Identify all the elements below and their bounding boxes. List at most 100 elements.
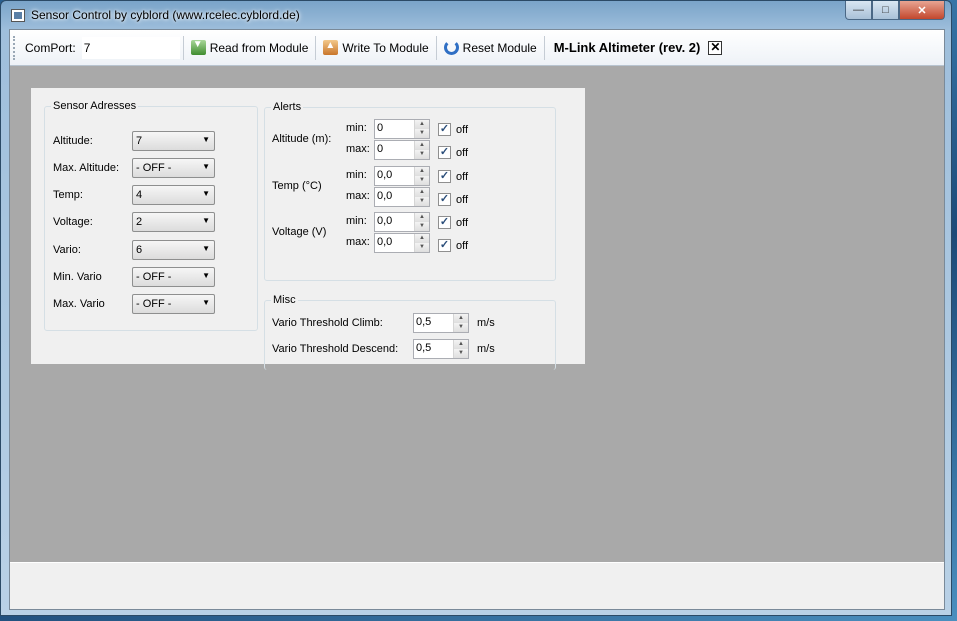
spin-up-icon[interactable]: ▲ xyxy=(415,234,429,243)
spin-down-icon[interactable]: ▼ xyxy=(415,243,429,252)
chevron-down-icon: ▼ xyxy=(202,271,210,280)
read-from-module-button[interactable]: Read from Module xyxy=(187,36,313,60)
close-window-button[interactable]: ✕ xyxy=(899,1,945,20)
temp-min-input[interactable]: 0,0 ▲ ▼ xyxy=(374,166,430,186)
spin-down-icon[interactable]: ▼ xyxy=(415,197,429,206)
temp-min-off-checkbox[interactable]: ✓ xyxy=(438,170,451,183)
select-value: 6 xyxy=(136,244,143,256)
temp-max-input[interactable]: 0,0 ▲ ▼ xyxy=(374,187,430,207)
spin-up-icon[interactable]: ▲ xyxy=(454,340,468,349)
spin-down-icon[interactable]: ▼ xyxy=(415,150,429,159)
max-vario-address-select[interactable]: - OFF - ▼ xyxy=(132,294,215,314)
upload-arrow-icon xyxy=(323,40,339,55)
spin-up-icon[interactable]: ▲ xyxy=(415,141,429,150)
status-bar xyxy=(10,562,944,609)
spin-buttons: ▲ ▼ xyxy=(453,314,468,332)
toolbar-separator xyxy=(315,35,317,60)
max-altitude-address-select[interactable]: - OFF - ▼ xyxy=(132,158,215,178)
alert-label-voltage: Voltage (V) xyxy=(272,226,327,238)
maximize-button[interactable]: □ xyxy=(872,1,899,20)
altitude-address-select[interactable]: 7 ▼ xyxy=(132,131,215,151)
voltage-address-select[interactable]: 2 ▼ xyxy=(132,212,215,232)
title-bar[interactable]: Sensor Control by cyblord (www.rcelec.cy… xyxy=(1,1,951,29)
vario-threshold-descend-label: Vario Threshold Descend: xyxy=(272,343,399,355)
voltage-max-off-checkbox[interactable]: ✓ xyxy=(438,239,451,252)
voltage-min-input[interactable]: 0,0 ▲ ▼ xyxy=(374,212,430,232)
vario-threshold-descend-input[interactable]: 0,5 ▲ ▼ xyxy=(413,339,469,359)
temp-address-select[interactable]: 4 ▼ xyxy=(132,185,215,205)
spin-up-icon[interactable]: ▲ xyxy=(415,120,429,129)
chevron-down-icon: ▼ xyxy=(202,189,210,198)
toolbar-grip[interactable] xyxy=(13,35,16,60)
altitude-max-input[interactable]: 0 ▲ ▼ xyxy=(374,140,430,160)
toolbar-separator xyxy=(543,35,545,60)
spin-down-icon[interactable]: ▼ xyxy=(415,176,429,185)
spin-buttons: ▲ ▼ xyxy=(414,213,429,231)
alerts-title: Alerts xyxy=(271,101,304,113)
window-icon xyxy=(11,8,25,22)
altitude-min-off-checkbox[interactable]: ✓ xyxy=(438,123,451,136)
spin-buttons: ▲ ▼ xyxy=(453,340,468,358)
spin-buttons: ▲ ▼ xyxy=(414,188,429,206)
off-label: off xyxy=(456,147,469,159)
sensor-adresses-title: Sensor Adresses xyxy=(51,100,139,112)
vario-address-select[interactable]: 6 ▼ xyxy=(132,240,215,260)
vario-threshold-climb-label: Vario Threshold Climb: xyxy=(272,317,383,329)
toolbar-separator xyxy=(435,35,437,60)
spin-value: 0,5 xyxy=(416,342,432,354)
spin-down-icon[interactable]: ▼ xyxy=(415,129,429,138)
chevron-down-icon: ▼ xyxy=(202,135,210,144)
reset-module-label: Reset Module xyxy=(462,40,537,55)
close-module-icon[interactable]: ✕ xyxy=(708,40,723,55)
toolbar-separator xyxy=(182,35,184,60)
window-title: Sensor Control by cyblord (www.rcelec.cy… xyxy=(31,8,300,22)
spin-up-icon[interactable]: ▲ xyxy=(415,213,429,222)
comport-label: ComPort: xyxy=(25,40,76,55)
min-label: min: xyxy=(346,215,367,227)
spin-up-icon[interactable]: ▲ xyxy=(415,167,429,176)
misc-group: Misc xyxy=(264,294,556,370)
select-value: 4 xyxy=(136,189,143,201)
select-value: - OFF - xyxy=(136,298,172,310)
spin-buttons: ▲ ▼ xyxy=(414,141,429,159)
min-label: min: xyxy=(346,169,367,181)
misc-title: Misc xyxy=(271,294,298,306)
select-value: 2 xyxy=(136,216,143,228)
max-label: max: xyxy=(346,190,370,202)
voltage-max-input[interactable]: 0,0 ▲ ▼ xyxy=(374,233,430,253)
max-label: max: xyxy=(346,143,370,155)
spin-buttons: ▲ ▼ xyxy=(414,234,429,252)
select-value: 7 xyxy=(136,135,143,147)
temp-max-off-checkbox[interactable]: ✓ xyxy=(438,193,451,206)
spin-down-icon[interactable]: ▼ xyxy=(415,222,429,231)
off-label: off xyxy=(456,240,469,252)
spin-value: 0,0 xyxy=(377,215,393,227)
off-label: off xyxy=(456,171,469,183)
altitude-max-off-checkbox[interactable]: ✓ xyxy=(438,146,451,159)
spin-down-icon[interactable]: ▼ xyxy=(454,323,468,332)
select-value: - OFF - xyxy=(136,271,172,283)
spin-value: 0 xyxy=(377,122,384,134)
select-value: - OFF - xyxy=(136,162,172,174)
write-to-module-label: Write To Module xyxy=(342,40,429,55)
download-arrow-icon xyxy=(190,39,206,55)
min-label: min: xyxy=(346,122,367,134)
sensor-label-max-vario: Max. Vario xyxy=(53,298,105,310)
write-to-module-button[interactable]: Write To Module xyxy=(319,36,432,60)
voltage-min-off-checkbox[interactable]: ✓ xyxy=(438,216,451,229)
reset-module-button[interactable]: Reset Module xyxy=(440,36,541,60)
min-vario-address-select[interactable]: - OFF - ▼ xyxy=(132,267,215,287)
alert-label-altitude: Altitude (m): xyxy=(272,133,332,145)
sensor-label-vario: Vario: xyxy=(53,244,81,256)
spin-up-icon[interactable]: ▲ xyxy=(415,188,429,197)
comport-input[interactable] xyxy=(81,36,180,59)
sensor-label-temp: Temp: xyxy=(53,189,83,201)
alert-label-temp: Temp (°C) xyxy=(272,180,322,192)
climb-unit: m/s xyxy=(477,317,495,329)
altitude-min-input[interactable]: 0 ▲ ▼ xyxy=(374,119,430,139)
spin-buttons: ▲ ▼ xyxy=(414,167,429,185)
spin-up-icon[interactable]: ▲ xyxy=(454,314,468,323)
minimize-button[interactable]: — xyxy=(845,1,872,20)
spin-down-icon[interactable]: ▼ xyxy=(454,349,468,358)
vario-threshold-climb-input[interactable]: 0,5 ▲ ▼ xyxy=(413,313,469,333)
